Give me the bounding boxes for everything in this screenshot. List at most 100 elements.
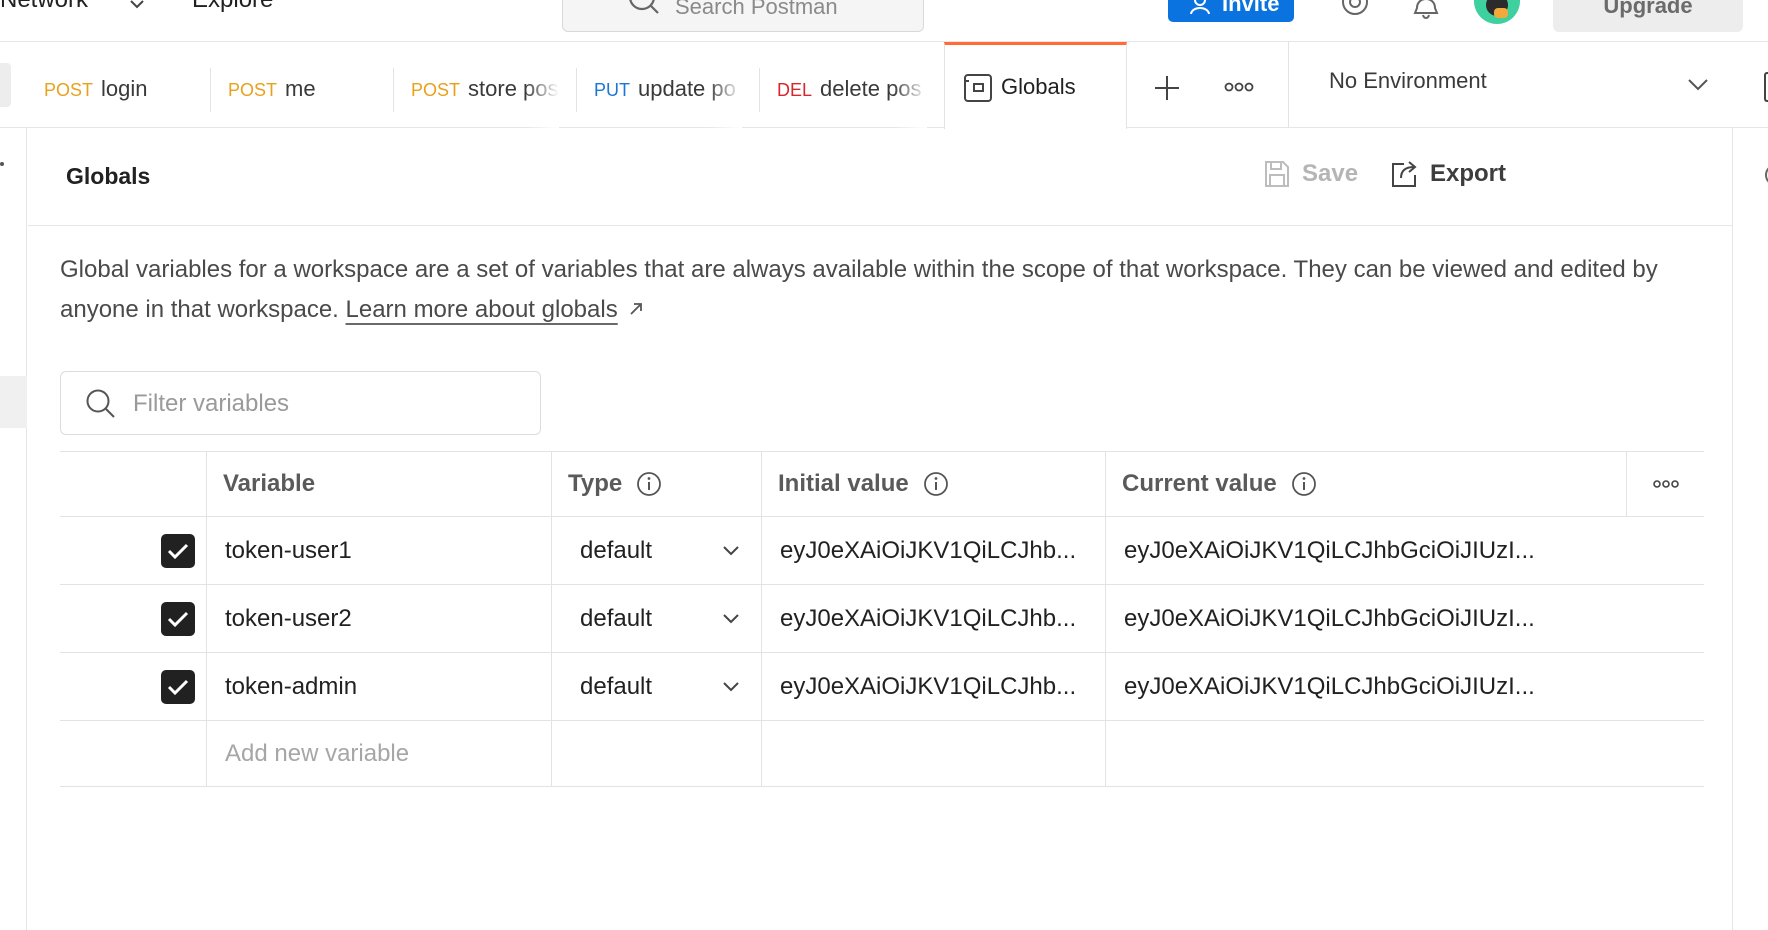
variable-name-cell[interactable]: token-user2 — [206, 585, 552, 652]
column-options-button[interactable] — [1626, 452, 1704, 516]
type-select[interactable]: default — [551, 585, 762, 652]
new-tab-plus-icon[interactable] — [1153, 74, 1181, 102]
table-row: token-admin default eyJ0eXAiOiJKV1QiLCJh… — [60, 653, 1704, 721]
type-select[interactable]: default — [551, 517, 762, 584]
export-icon — [1392, 161, 1417, 187]
more-tabs-icon[interactable] — [1224, 81, 1254, 93]
current-value: eyJ0eXAiOiJKV1QiLCJhbGciOiJIUzI... — [1124, 604, 1535, 632]
column-label: Type — [568, 470, 623, 497]
column-header-variable: Variable — [206, 452, 552, 516]
notification-bell-icon[interactable] — [1412, 0, 1440, 20]
chevron-down-icon — [723, 613, 739, 623]
initial-value-cell[interactable]: eyJ0eXAiOiJKV1QiLCJhb... — [761, 585, 1106, 652]
chevron-down-icon — [723, 681, 739, 691]
tab-method: POST — [44, 80, 94, 100]
invite-button[interactable]: Invite — [1168, 0, 1294, 22]
more-options-icon — [1652, 480, 1679, 488]
external-link-icon — [630, 303, 643, 315]
current-value-cell[interactable]: eyJ0eXAiOiJKV1QiLCJhbGciOiJIUzI... — [1105, 585, 1704, 652]
save-label: Save — [1302, 160, 1359, 187]
tab-method: PUT — [594, 80, 630, 100]
environment-selector[interactable]: No Environment — [1289, 42, 1714, 128]
variable-name: token-user1 — [225, 536, 352, 564]
checkmark-icon — [167, 679, 189, 696]
table-row: token-user2 default eyJ0eXAiOiJKV1QiLCJh… — [60, 585, 1704, 653]
tab-method: DEL — [777, 80, 813, 100]
add-new-variable-input[interactable]: Add new variable — [206, 721, 552, 786]
description-text: Global variables for a workspace are a s… — [60, 256, 1658, 323]
sidebar-toggle[interactable] — [0, 63, 11, 107]
initial-value: eyJ0eXAiOiJKV1QiLCJhb... — [780, 672, 1077, 700]
current-value: eyJ0eXAiOiJKV1QiLCJhbGciOiJIUzI... — [1124, 536, 1535, 564]
variable-name-cell[interactable]: token-admin — [206, 653, 552, 720]
initial-value-cell[interactable]: eyJ0eXAiOiJKV1QiLCJhb... — [761, 653, 1106, 720]
add-new-variable-placeholder: Add new variable — [225, 739, 410, 767]
environment-quick-look-icon[interactable] — [1764, 72, 1768, 102]
tab-globals-label: Globals — [1001, 74, 1076, 99]
row-enabled-checkbox[interactable] — [161, 602, 195, 636]
info-icon[interactable] — [636, 471, 662, 497]
tab-post-login[interactable]: POST login — [44, 42, 210, 128]
tab-put-update-post[interactable]: PUT update po — [594, 42, 742, 128]
tab-bar: POST login POST me POST store pos PUT update… — [0, 42, 1768, 129]
checkmark-icon — [167, 611, 189, 628]
tab-globals[interactable]: Globals — [944, 42, 1127, 129]
type-value: default — [580, 672, 653, 700]
add-row-current-value-cell[interactable] — [1105, 721, 1704, 786]
variable-name-cell[interactable]: token-user1 — [206, 517, 552, 584]
tab-method: POST — [411, 80, 461, 100]
type-value: default — [580, 536, 653, 564]
filter-variables-input[interactable] — [133, 384, 523, 424]
global-search-box[interactable]: Search Postman — [562, 0, 924, 32]
nav-network[interactable]: Network — [0, 0, 88, 14]
column-header-current-value: Current value — [1105, 452, 1686, 516]
chevron-down-icon[interactable] — [128, 0, 146, 10]
table-row: token-user1 default eyJ0eXAiOiJKV1QiLCJh… — [60, 517, 1704, 585]
current-value-cell[interactable]: eyJ0eXAiOiJKV1QiLCJhbGciOiJIUzI... — [1105, 517, 1704, 584]
search-placeholder: Search Postman — [675, 0, 838, 19]
nav-explore[interactable]: Explore — [192, 0, 273, 14]
chevron-down-icon — [1688, 79, 1708, 91]
learn-more-link[interactable]: Learn more about globals — [346, 296, 618, 323]
tab-post-me[interactable]: POST me — [228, 42, 394, 128]
sidebar-selected-item[interactable] — [0, 376, 27, 428]
save-button[interactable]: Save — [1264, 160, 1358, 188]
tab-name: login — [101, 76, 148, 101]
settings-icon[interactable] — [1338, 0, 1372, 20]
initial-value: eyJ0eXAiOiJKV1QiLCJhb... — [780, 604, 1077, 632]
globals-icon — [964, 74, 992, 102]
chevron-down-icon — [723, 545, 739, 555]
column-label: Variable — [223, 470, 316, 497]
search-icon — [629, 0, 659, 14]
add-row-type-cell[interactable] — [551, 721, 762, 786]
tab-name: me — [285, 76, 316, 101]
type-select[interactable]: default — [551, 653, 762, 720]
export-button[interactable]: Export — [1390, 160, 1506, 188]
column-label: Initial value — [778, 470, 909, 497]
tab-method: POST — [228, 80, 278, 100]
search-icon — [86, 389, 115, 418]
variable-name: token-admin — [225, 672, 358, 700]
save-icon — [1265, 161, 1289, 187]
row-enabled-checkbox[interactable] — [161, 534, 195, 568]
info-icon[interactable] — [1291, 471, 1317, 497]
initial-value-cell[interactable]: eyJ0eXAiOiJKV1QiLCJhb... — [761, 517, 1106, 584]
tab-del-delete-post[interactable]: DEL delete pos — [777, 42, 927, 128]
globals-description: Global variables for a workspace are a s… — [60, 250, 1700, 330]
row-enabled-checkbox[interactable] — [161, 670, 195, 704]
upgrade-button[interactable]: Upgrade — [1553, 0, 1743, 32]
type-value: default — [580, 604, 653, 632]
column-label: Current value — [1122, 470, 1277, 497]
globals-header: Globals Save Export — [28, 128, 1732, 226]
tab-post-store-post[interactable]: POST store pos — [411, 42, 559, 128]
avatar[interactable] — [1474, 0, 1520, 24]
filter-variables-box[interactable] — [60, 371, 541, 435]
add-user-icon — [1190, 0, 1210, 14]
column-header-initial-value: Initial value — [761, 452, 1106, 516]
environment-label: No Environment — [1329, 68, 1487, 93]
column-header-type: Type — [551, 452, 762, 516]
info-icon[interactable] — [923, 471, 949, 497]
top-bar: Network Explore Search Postman Invite Up… — [0, 0, 1768, 42]
add-row-initial-value-cell[interactable] — [761, 721, 1106, 786]
current-value-cell[interactable]: eyJ0eXAiOiJKV1QiLCJhbGciOiJIUzI... — [1105, 653, 1704, 720]
